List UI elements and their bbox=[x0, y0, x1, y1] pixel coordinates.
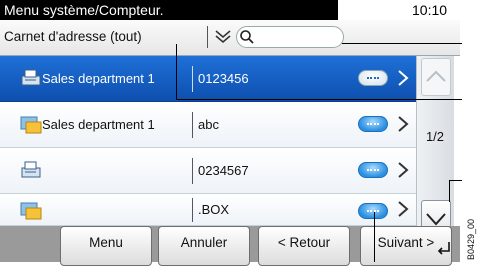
column-divider bbox=[192, 198, 193, 222]
page-indicator: 1/2 bbox=[425, 129, 445, 144]
filter-divider bbox=[207, 26, 208, 48]
back-button[interactable]: < Retour bbox=[258, 226, 350, 266]
list-item[interactable]: 0234567 bbox=[0, 148, 416, 194]
details-button[interactable] bbox=[358, 162, 388, 178]
list-item[interactable]: Sales department 1 0123456 bbox=[0, 56, 416, 102]
callout-line bbox=[374, 212, 375, 262]
chevron-right-icon bbox=[396, 69, 410, 87]
dropdown-chevron-icon[interactable] bbox=[212, 26, 234, 48]
details-button[interactable] bbox=[358, 203, 388, 219]
entry-number: 0234567 bbox=[198, 163, 249, 178]
address-book-filter-label[interactable]: Carnet d'adresse (tout) bbox=[4, 27, 204, 47]
callout-line bbox=[176, 44, 177, 100]
entry-name: Sales department 1 bbox=[42, 117, 155, 132]
entry-name: Sales department 1 bbox=[42, 71, 155, 86]
column-divider bbox=[192, 158, 193, 184]
chevron-right-icon bbox=[396, 161, 410, 179]
fax-machine-icon bbox=[20, 68, 42, 88]
search-icon bbox=[239, 29, 255, 45]
screen-title: Menu système/Compteur. bbox=[0, 0, 338, 20]
cancel-button[interactable]: Annuler bbox=[158, 226, 250, 266]
list-item[interactable]: .BOX bbox=[0, 194, 416, 226]
list-item[interactable]: Sales department 1 abc bbox=[0, 102, 416, 148]
details-button[interactable] bbox=[358, 116, 388, 132]
enter-icon bbox=[436, 240, 452, 256]
figure-code-text: B0429_00 bbox=[466, 219, 476, 260]
column-divider bbox=[192, 112, 193, 138]
folder-icon bbox=[20, 200, 42, 220]
figure-code: B0429_00 bbox=[462, 206, 478, 262]
folder-icon bbox=[20, 114, 42, 134]
chevron-right-icon bbox=[396, 115, 410, 133]
callout-line bbox=[176, 99, 462, 100]
callout-line bbox=[450, 180, 462, 181]
column-divider bbox=[192, 66, 193, 92]
entry-number: 0123456 bbox=[198, 71, 249, 86]
clock: 10:10 bbox=[412, 2, 448, 18]
entry-number: abc bbox=[198, 117, 219, 132]
scroll-up-button[interactable] bbox=[421, 58, 451, 96]
entry-number: .BOX bbox=[198, 202, 230, 217]
callout-line bbox=[342, 43, 462, 44]
fax-machine-icon bbox=[20, 160, 42, 180]
menu-button[interactable]: Menu bbox=[60, 226, 152, 266]
chevron-right-icon bbox=[396, 200, 410, 218]
details-button[interactable] bbox=[358, 70, 388, 86]
callout-line bbox=[449, 180, 450, 202]
